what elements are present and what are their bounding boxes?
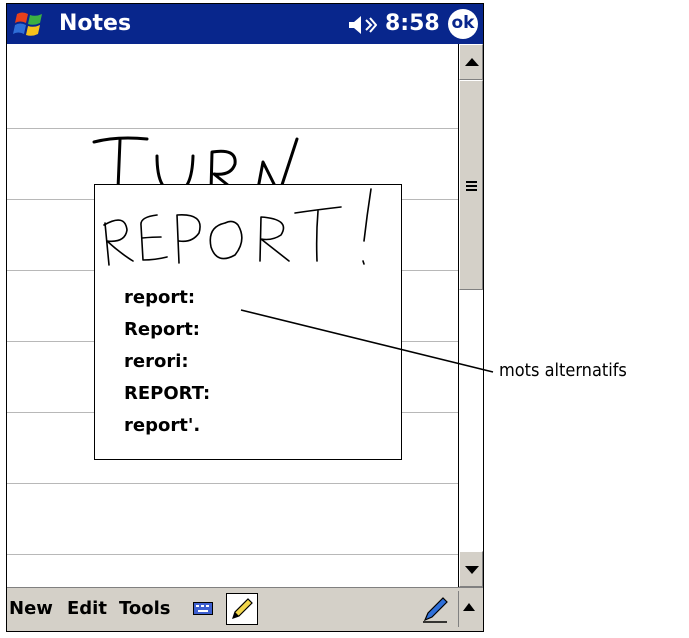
callout-line [240, 309, 494, 373]
callout-label: mots alternatifs [499, 360, 627, 381]
